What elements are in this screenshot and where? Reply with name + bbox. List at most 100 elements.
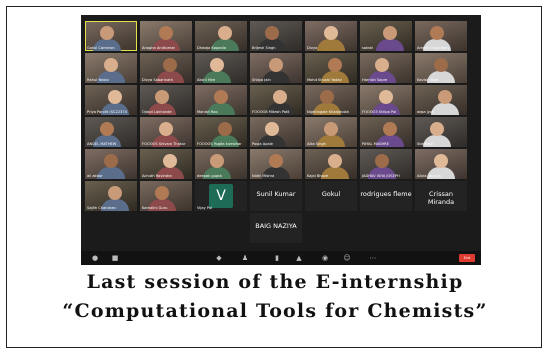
gallery-view: Gokul Cameron Anagha Anilkumar Dhwaja Kapa…: [85, 21, 477, 243]
participant-tile[interactable]: aqsa jyoti: [415, 85, 467, 115]
participant-face: [108, 186, 122, 200]
participant-name: Shilpa Jain: [252, 78, 271, 82]
participant-tile[interactable]: Kavish Vaze: [415, 53, 467, 83]
participant-face: [269, 154, 283, 168]
participant-name: aqsa jyoti: [417, 110, 435, 114]
participant-tile[interactable]: JADHAV ISHA JOSEPH: [360, 149, 412, 179]
participant-tile[interactable]: Sunil Kumar: [250, 181, 302, 211]
zoom-meeting-screenshot: Gokul Cameron Anagha Anilkumar Dhwaja Kapa…: [81, 15, 481, 265]
participant-tile[interactable]: PAYAL MASHRE: [360, 117, 412, 147]
security-icon[interactable]: ◆: [215, 254, 223, 262]
participant-tile[interactable]: FOOOOS Yogita kumbhar: [195, 117, 247, 147]
reactions-icon[interactable]: ☺: [343, 254, 351, 262]
participant-name: JADHAV ISHA JOSEPH: [362, 174, 400, 178]
participant-name: FOOOOS Yogita kumbhar: [197, 142, 242, 146]
participant-tile[interactable]: Kamalini Guru: [140, 181, 192, 211]
participant-tile[interactable]: Nightingale Khadandah: [305, 85, 357, 115]
participant-name: Alicia Dsouza: [417, 174, 441, 178]
participant-tile[interactable]: deepak gupta: [195, 149, 247, 179]
participant-tile[interactable]: sakshi: [360, 21, 412, 51]
participant-tile[interactable]: Rahul Yadav: [85, 53, 137, 83]
participant-tile[interactable]: BAIG NAZIYA: [250, 213, 302, 243]
participant-tile[interactable]: Nidhi Mishra: [250, 149, 302, 179]
participant-face: [324, 122, 338, 136]
participant-tile[interactable]: Brijesh Singh: [250, 21, 302, 51]
participant-tile[interactable]: Shilpa Jain: [250, 53, 302, 83]
participant-tile[interactable]: Pooja Apale: [250, 117, 302, 147]
participant-face: [210, 154, 224, 168]
participant-name: Kajal Bhave: [307, 174, 329, 178]
participant-face: [328, 58, 342, 72]
participant-name: Mohd Khushi Yadav: [307, 78, 342, 82]
participant-tile[interactable]: FOOOOS Shivani Thakur: [140, 117, 192, 147]
participant-face: [218, 26, 232, 40]
participants-icon[interactable]: ♟: [241, 254, 249, 262]
participant-name: Nightingale Khadandah: [307, 110, 350, 114]
participant-tile[interactable]: FOOOO8 Mitesh Patil: [250, 85, 302, 115]
participant-tile[interactable]: Ojasvi Lokhande: [140, 85, 192, 115]
participant-tile[interactable]: Akshi Hire: [195, 53, 247, 83]
participant-tile[interactable]: Divya Sabarinath: [140, 53, 192, 83]
participant-face: [430, 122, 444, 136]
participant-tile[interactable]: Gokul: [305, 181, 357, 211]
participant-name: ANGEL MATHEW: [87, 142, 117, 146]
participant-face: [159, 122, 173, 136]
participant-tile[interactable]: Alka Singh: [305, 117, 357, 147]
mute-icon[interactable]: ●: [91, 254, 99, 262]
participant-name: Priya Pandit (SC22374: [87, 110, 127, 114]
participant-face: [434, 58, 448, 72]
participant-name: Sunil Kumar: [256, 190, 296, 198]
participant-tile[interactable]: Kajal Bhave: [305, 149, 357, 179]
participant-tile[interactable]: Sajith Chandran: [85, 181, 137, 211]
video-icon[interactable]: ■: [111, 254, 119, 262]
participant-tile[interactable]: Gokul Cameron: [85, 21, 137, 51]
participant-tile[interactable]: Mohd Khushi Yadav: [305, 53, 357, 83]
participant-tile[interactable]: Anagha Anilkumar: [140, 21, 192, 51]
participant-face: [383, 122, 397, 136]
participant-tile[interactable]: rodrigues fleme: [360, 181, 412, 211]
record-icon[interactable]: ◉: [321, 254, 329, 262]
more-icon[interactable]: ⋯: [369, 254, 377, 262]
participant-tile[interactable]: ANGEL MATHEW: [85, 117, 137, 147]
participant-face: [320, 90, 334, 104]
participant-face: [375, 154, 389, 168]
participant-face: [210, 58, 224, 72]
participant-name: Nidhi Mishra: [252, 174, 275, 178]
participant-face: [104, 154, 118, 168]
participant-face: [214, 90, 228, 104]
participant-name: sakshi: [362, 46, 374, 50]
participant-name: deepak gupta: [197, 174, 222, 178]
participant-name: BAIG NAZIYA: [255, 222, 297, 230]
participant-tile[interactable]: Alicia Dsouza: [415, 149, 467, 179]
participant-name: Manish Rao: [197, 110, 218, 114]
participant-tile[interactable]: Achuth Ravindra: [140, 149, 192, 179]
participant-tile[interactable]: Ambar Choudhary: [415, 21, 467, 51]
participant-name: FOOOO3 Shilpa Pai: [362, 110, 397, 114]
share-screen-icon[interactable]: ▲: [295, 254, 303, 262]
participant-name: Divya Sabarinath: [142, 78, 173, 82]
participant-face: [265, 26, 279, 40]
participant-name: Rahul Yadav: [87, 78, 109, 82]
participant-tile[interactable]: Harnish Sapre: [360, 53, 412, 83]
participant-tile[interactable]: Dhwaja Kapadia: [195, 21, 247, 51]
participant-tile[interactable]: V Vijay Pal: [195, 181, 247, 211]
participant-name: Divya: [307, 46, 318, 50]
participant-tile[interactable]: FOOOO3 Shilpa Pai: [360, 85, 412, 115]
participant-name: Brijesh Singh: [252, 46, 276, 50]
participant-name: Vijay Pal: [197, 206, 213, 210]
participant-body: [376, 39, 404, 51]
participant-face: [100, 26, 114, 40]
participant-name: rodrigues fleme: [360, 190, 412, 198]
end-meeting-button[interactable]: End: [459, 254, 475, 262]
participant-name: Dhwaja Kapadia: [197, 46, 226, 50]
participant-tile[interactable]: Priya Pandit (SC22374: [85, 85, 137, 115]
participant-tile[interactable]: Siddhesh: [415, 117, 467, 147]
participant-tile[interactable]: Crissan Miranda: [415, 181, 467, 211]
participant-name: Gokul Cameron: [87, 46, 115, 50]
participant-tile[interactable]: Divya: [305, 21, 357, 51]
participant-name: ali akbar: [87, 174, 103, 178]
participant-body: [317, 39, 345, 51]
participant-tile[interactable]: ali akbar: [85, 149, 137, 179]
participant-tile[interactable]: Manish Rao: [195, 85, 247, 115]
chat-icon[interactable]: ▮: [273, 254, 281, 262]
